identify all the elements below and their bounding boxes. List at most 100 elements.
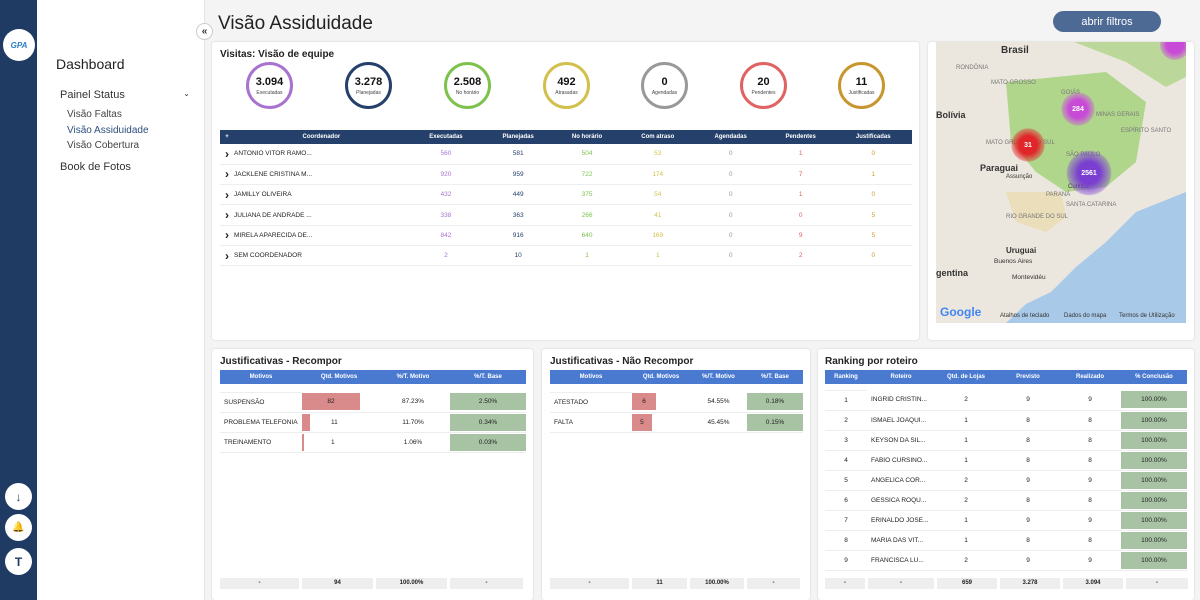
table-cell: 7 bbox=[766, 164, 835, 186]
sidebar-item-visao-assiduidade[interactable]: Visão Assiduidade bbox=[67, 125, 149, 136]
footer-cell: - bbox=[550, 578, 629, 589]
map-data-link[interactable]: Dados do mapa bbox=[1064, 313, 1106, 319]
column-header[interactable]: %/T. Motivo bbox=[376, 370, 450, 384]
kpi-circle: 3.094 Executadas bbox=[246, 62, 293, 109]
column-header[interactable]: No horário bbox=[553, 130, 621, 144]
table-cell: 581 bbox=[483, 144, 554, 165]
column-header[interactable]: Motivos bbox=[220, 370, 302, 384]
sidebar-group-painel-status[interactable]: Painel Status ⌄ bbox=[60, 89, 190, 101]
column-header[interactable]: Justificadas bbox=[834, 130, 912, 144]
expand-row-icon[interactable]: › bbox=[220, 204, 234, 226]
sidebar-item-visao-cobertura[interactable]: Visão Cobertura bbox=[67, 140, 139, 151]
column-header[interactable]: Qtd. Motivos bbox=[632, 370, 690, 384]
table-cell: 0 bbox=[834, 245, 912, 267]
expand-row-icon[interactable]: › bbox=[220, 225, 234, 246]
map-cluster-marker[interactable]: 2561 bbox=[1066, 150, 1112, 196]
column-header[interactable]: Qtd. Motivos bbox=[302, 370, 376, 384]
table-cell: 916 bbox=[483, 225, 554, 246]
recompor-footer: - 94 100.00% - bbox=[220, 578, 526, 589]
table-cell: ISMAEL JOAQUI... bbox=[867, 410, 935, 431]
table-row[interactable]: 6 GESSICA ROQU... 2 8 8 100.00% bbox=[825, 490, 1187, 511]
map-keyboard-shortcuts-link[interactable]: Atalhos de teclado bbox=[1000, 313, 1049, 319]
user-avatar[interactable]: T bbox=[5, 548, 32, 575]
column-header[interactable]: Ranking bbox=[825, 370, 867, 384]
table-row[interactable]: 2 ISMAEL JOAQUI... 1 8 8 100.00% bbox=[825, 410, 1187, 431]
column-header[interactable]: Pendentes bbox=[766, 130, 835, 144]
sidebar-item-visao-faltas[interactable]: Visão Faltas bbox=[67, 109, 122, 120]
footer-cell: - bbox=[220, 578, 299, 589]
kpi-label: Agendadas bbox=[651, 89, 678, 96]
column-header[interactable]: Planejadas bbox=[483, 130, 554, 144]
map-label-montevideu: Montevidéu bbox=[1012, 274, 1046, 281]
table-cell: 0 bbox=[834, 184, 912, 206]
table-cell: 8 bbox=[1059, 530, 1121, 551]
column-header[interactable]: Realizado bbox=[1059, 370, 1121, 384]
column-header[interactable]: + bbox=[220, 130, 234, 144]
conclusao-value: 100.00% bbox=[1121, 391, 1187, 409]
collapse-sidebar-button[interactable]: « bbox=[196, 23, 213, 40]
google-logo: Google bbox=[940, 305, 982, 319]
conclusao-value: 100.00% bbox=[1121, 491, 1187, 509]
footer-cell: 94 bbox=[302, 578, 373, 589]
conclusao-value: 100.00% bbox=[1121, 411, 1187, 429]
sidebar-item-book-de-fotos[interactable]: Book de Fotos bbox=[60, 161, 131, 173]
map-terms-link[interactable]: Termos de Utilização bbox=[1119, 313, 1175, 319]
map-label-rondonia: RONDÔNIA bbox=[956, 65, 989, 71]
notification-bell-icon[interactable]: 🔔 bbox=[5, 514, 32, 541]
expand-row-icon[interactable]: › bbox=[220, 144, 234, 165]
table-row[interactable]: › JACKLENE CRISTINA M... 920 959 722 174 0 7 1 bbox=[220, 164, 912, 186]
table-row[interactable]: › JAMILLY OLIVEIRA 432 449 375 54 0 1 0 bbox=[220, 184, 912, 206]
table-row[interactable]: 7 ERINALDO JOSE... 1 9 9 100.00% bbox=[825, 510, 1187, 531]
column-header[interactable]: %/T. Base bbox=[747, 370, 803, 384]
expand-row-icon[interactable]: › bbox=[220, 164, 234, 186]
table-cell: 0 bbox=[694, 204, 767, 226]
table-cell: 9 bbox=[766, 225, 835, 246]
column-header[interactable]: Previsto bbox=[997, 370, 1059, 384]
motivo-cell: SUSPENSÃO bbox=[220, 392, 302, 413]
table-cell: 169 bbox=[620, 225, 695, 246]
table-cell: ANTONIO VITOR RAMO... bbox=[234, 144, 409, 165]
column-header[interactable]: Roteiro bbox=[867, 370, 935, 384]
expand-row-icon[interactable]: › bbox=[220, 184, 234, 206]
table-row[interactable]: 1 INGRID CRISTIN... 2 9 9 100.00% bbox=[825, 390, 1187, 411]
column-header[interactable]: Agendadas bbox=[694, 130, 767, 144]
motivo-cell: PROBLEMA TELEFONIA bbox=[220, 412, 302, 433]
table-cell: 9 bbox=[1059, 470, 1121, 491]
map[interactable]: Brasil Bolívia Paraguai Assunção Curitib… bbox=[936, 42, 1186, 323]
table-row[interactable]: › MIRELA APARECIDA DE... 842 916 640 169 0 9 5 bbox=[220, 225, 912, 246]
table-row[interactable]: 5 ANGELICA COR... 2 9 9 100.00% bbox=[825, 470, 1187, 491]
map-cluster-marker[interactable]: 284 bbox=[1061, 92, 1095, 126]
table-row: PROBLEMA TELEFONIA 11 11.70% 0.34% bbox=[220, 412, 526, 433]
table-row[interactable]: 8 MARIA DAS VIT... 1 8 8 100.00% bbox=[825, 530, 1187, 551]
column-header[interactable]: Executadas bbox=[408, 130, 484, 144]
pct-base-value: 0.03% bbox=[450, 433, 526, 451]
table-cell: 722 bbox=[553, 164, 621, 186]
map-cluster-marker[interactable]: 31 bbox=[1011, 128, 1045, 162]
column-header[interactable]: %/T. Motivo bbox=[690, 370, 747, 384]
table-row[interactable]: › JULIANA DE ANDRADE ... 338 363 266 41 0 0 5 bbox=[220, 204, 912, 226]
expand-row-icon[interactable]: › bbox=[220, 245, 234, 267]
pct-base-cell: 0.15% bbox=[747, 412, 803, 433]
column-header[interactable]: % Conclusão bbox=[1121, 370, 1187, 384]
download-icon[interactable]: ↓ bbox=[5, 483, 32, 510]
table-row[interactable]: 4 FABIO CURSINO... 1 8 8 100.00% bbox=[825, 450, 1187, 471]
team-visits-title: Visitas: Visão de equipe bbox=[220, 49, 335, 60]
table-row[interactable]: › SEM COORDENADOR 2 10 1 1 0 2 0 bbox=[220, 245, 912, 267]
table-cell: 1 bbox=[834, 164, 912, 186]
ranking-title: Ranking por roteiro bbox=[825, 356, 918, 367]
gpa-logo[interactable]: GPA bbox=[3, 29, 35, 61]
table-row[interactable]: › ANTONIO VITOR RAMO... 560 581 504 53 0 1 0 bbox=[220, 144, 912, 165]
column-header[interactable]: Com atraso bbox=[620, 130, 695, 144]
table-cell: 640 bbox=[553, 225, 621, 246]
column-header[interactable]: Qtd. de Lojas bbox=[935, 370, 997, 384]
table-cell: 174 bbox=[620, 164, 695, 186]
table-row[interactable]: 3 KEYSON DA SIL... 1 8 8 100.00% bbox=[825, 430, 1187, 451]
column-header[interactable]: Motivos bbox=[550, 370, 632, 384]
footer-cell: - bbox=[1126, 578, 1188, 589]
column-header[interactable]: %/T. Base bbox=[450, 370, 526, 384]
table-cell: 8 bbox=[825, 530, 867, 551]
column-header[interactable]: Coordenador bbox=[234, 130, 409, 144]
chevron-down-icon: ⌄ bbox=[183, 89, 190, 98]
open-filters-button[interactable]: abrir filtros bbox=[1053, 11, 1161, 32]
table-row[interactable]: 9 FRANCISCA LU... 2 9 9 100.00% bbox=[825, 550, 1187, 571]
